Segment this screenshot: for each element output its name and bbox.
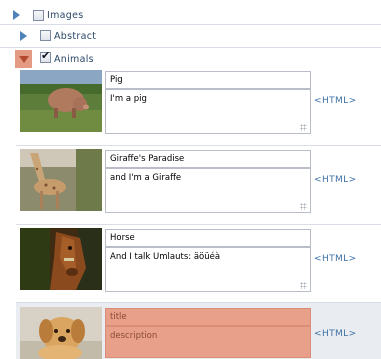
description-field[interactable]: [105, 326, 311, 358]
resize-grip-icon[interactable]: [300, 124, 307, 131]
abstract-checkbox[interactable]: [40, 30, 51, 41]
tree-node-images: Images: [0, 4, 381, 26]
tree-node-label[interactable]: Images: [47, 10, 84, 21]
description-text: and I'm a Giraffe: [110, 173, 182, 183]
title-field[interactable]: [105, 229, 311, 247]
html-link[interactable]: <HTML>: [314, 329, 357, 339]
html-link[interactable]: <HTML>: [314, 175, 357, 185]
expand-triangle-icon[interactable]: [8, 7, 24, 23]
tree-node-label[interactable]: Animals: [54, 54, 94, 65]
pig-thumbnail[interactable]: [20, 70, 102, 132]
animals-checkbox[interactable]: [40, 49, 51, 63]
description-field[interactable]: and I'm a Giraffe: [105, 168, 311, 213]
puppy-thumbnail[interactable]: [20, 307, 102, 359]
title-field[interactable]: [105, 150, 311, 168]
tree-node-label[interactable]: Abstract: [54, 31, 96, 42]
list-item: And I talk Umlauts: äöüéà <HTML>: [16, 228, 381, 300]
images-checkbox[interactable]: [33, 10, 44, 21]
description-field[interactable]: I'm a pig: [105, 89, 311, 134]
description-text: And I talk Umlauts: äöüéà: [110, 252, 221, 262]
divider: [16, 224, 381, 225]
tree-node-animals: Animals: [0, 48, 381, 70]
expand-triangle-icon[interactable]: [15, 28, 31, 44]
description-text: I'm a pig: [110, 94, 147, 104]
collapse-triangle-icon[interactable]: [15, 50, 32, 68]
divider: [16, 145, 381, 146]
html-link[interactable]: <HTML>: [314, 96, 357, 106]
title-field[interactable]: [105, 308, 311, 326]
horse-thumbnail[interactable]: [20, 228, 102, 290]
list-item: and I'm a Giraffe <HTML>: [16, 149, 381, 221]
tree-node-abstract: Abstract: [0, 25, 381, 47]
giraffe-thumbnail[interactable]: [20, 149, 102, 211]
resize-grip-icon[interactable]: [300, 203, 307, 210]
resize-grip-icon[interactable]: [300, 282, 307, 289]
list-item: I'm a pig <HTML>: [16, 70, 381, 142]
html-link[interactable]: <HTML>: [314, 254, 357, 264]
new-list-item: <HTML>: [16, 303, 381, 359]
description-field[interactable]: And I talk Umlauts: äöüéà: [105, 247, 311, 292]
title-field[interactable]: [105, 71, 311, 89]
